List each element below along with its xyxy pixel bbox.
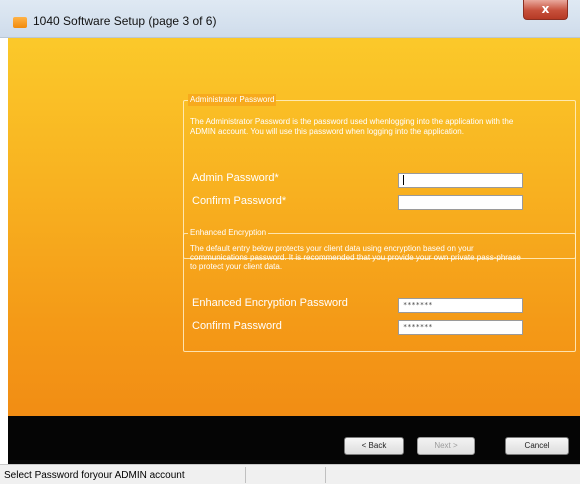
encryption-description-line3: to protect your client data. — [190, 262, 283, 271]
encryption-group-title: Enhanced Encryption — [188, 227, 269, 239]
confirm-admin-password-label: Confirm Password* — [192, 195, 287, 207]
admin-password-label: Admin Password* — [192, 172, 279, 184]
status-bar: Select Password foryour ADMIN account — [0, 464, 580, 484]
text-caret — [403, 175, 404, 185]
encryption-password-label: Enhanced Encryption Password — [192, 297, 348, 309]
encryption-password-field[interactable]: ******* — [398, 298, 523, 313]
admin-description-line2: ADMIN account. You will use this passwor… — [190, 127, 464, 136]
status-divider — [245, 467, 246, 483]
status-divider — [325, 467, 326, 483]
admin-password-field[interactable] — [398, 173, 523, 188]
status-text: Select Password foryour ADMIN account — [4, 470, 185, 481]
button-bar: < Back Next > Cancel — [8, 416, 580, 464]
close-button[interactable]: x — [523, 0, 568, 20]
app-icon — [13, 17, 27, 28]
admin-description-line1: The Administrator Password is the passwo… — [190, 117, 514, 126]
title-bar: 1040 Software Setup (page 3 of 6) x — [0, 0, 580, 38]
back-button[interactable]: < Back — [344, 437, 404, 455]
enhanced-encryption-group: Enhanced Encryption The default entry be… — [183, 227, 576, 352]
cancel-button[interactable]: Cancel — [505, 437, 569, 455]
confirm-admin-password-field[interactable] — [398, 195, 523, 210]
admin-group-title: Administrator Password — [188, 94, 277, 106]
setup-panel: Administrator Password The Administrator… — [8, 38, 580, 416]
next-button[interactable]: Next > — [417, 437, 475, 455]
window-title: 1040 Software Setup (page 3 of 6) — [33, 14, 217, 28]
confirm-encryption-password-field[interactable]: ******* — [398, 320, 523, 335]
confirm-encryption-password-label: Confirm Password — [192, 320, 282, 332]
